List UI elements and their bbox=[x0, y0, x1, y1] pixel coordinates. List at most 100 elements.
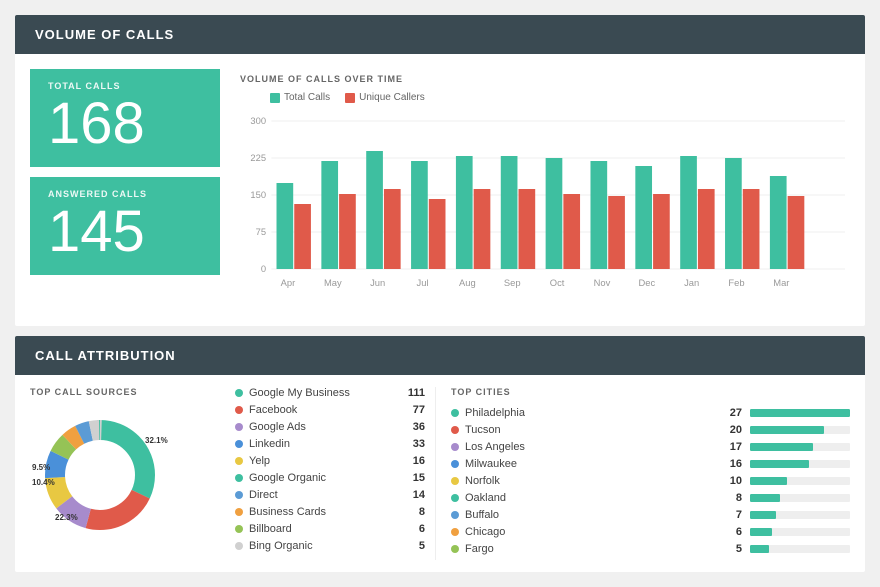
source-dot bbox=[235, 491, 243, 499]
pie-chart: 32.1% 22.3% 10.4% 9.5% bbox=[30, 405, 170, 545]
bar-chart: 300 225 150 75 0 bbox=[240, 111, 845, 311]
source-name: Bing Organic bbox=[249, 540, 400, 552]
total-calls-card: TOTAL CALLS 168 bbox=[30, 69, 220, 167]
source-item: Direct 14 bbox=[235, 489, 425, 501]
svg-text:150: 150 bbox=[250, 190, 266, 200]
city-count: 27 bbox=[717, 407, 742, 419]
svg-text:32.1%: 32.1% bbox=[145, 436, 168, 445]
city-name: Buffalo bbox=[465, 509, 717, 521]
source-dot bbox=[235, 474, 243, 482]
svg-text:300: 300 bbox=[250, 116, 266, 126]
city-item: Los Angeles 17 bbox=[451, 441, 850, 453]
city-dot bbox=[451, 494, 459, 502]
top-section: VOLUME OF CALLS TOTAL CALLS 168 ANSWERED… bbox=[15, 15, 865, 326]
source-item: Business Cards 8 bbox=[235, 506, 425, 518]
city-bar-container bbox=[750, 494, 850, 502]
svg-text:Feb: Feb bbox=[728, 278, 744, 288]
city-item: Philadelphia 27 bbox=[451, 407, 850, 419]
city-count: 8 bbox=[717, 492, 742, 504]
source-dot bbox=[235, 457, 243, 465]
city-name: Tucson bbox=[465, 424, 717, 436]
city-dot bbox=[451, 409, 459, 417]
city-bar-container bbox=[750, 477, 850, 485]
source-count: 8 bbox=[400, 506, 425, 518]
source-count: 16 bbox=[400, 455, 425, 467]
city-name: Fargo bbox=[465, 543, 717, 555]
sources-list: Google My Business 111 Facebook 77 Googl… bbox=[225, 387, 425, 560]
svg-text:Nov: Nov bbox=[594, 278, 611, 288]
city-item: Chicago 6 bbox=[451, 526, 850, 538]
svg-text:75: 75 bbox=[256, 227, 266, 237]
city-name: Los Angeles bbox=[465, 441, 717, 453]
city-count: 5 bbox=[717, 543, 742, 555]
city-bar-container bbox=[750, 443, 850, 451]
call-attribution-header: CALL ATTRIBUTION bbox=[15, 336, 865, 375]
answered-calls-value: 145 bbox=[48, 203, 202, 261]
city-bar bbox=[750, 477, 787, 485]
city-count: 16 bbox=[717, 458, 742, 470]
city-dot bbox=[451, 477, 459, 485]
city-name: Philadelphia bbox=[465, 407, 717, 419]
city-bar bbox=[750, 494, 780, 502]
svg-text:Mar: Mar bbox=[773, 278, 789, 288]
svg-text:Sep: Sep bbox=[504, 278, 521, 288]
source-count: 15 bbox=[400, 472, 425, 484]
city-item: Tucson 20 bbox=[451, 424, 850, 436]
source-name: Direct bbox=[249, 489, 400, 501]
city-item: Norfolk 10 bbox=[451, 475, 850, 487]
source-item: Billboard 6 bbox=[235, 523, 425, 535]
source-item: Yelp 16 bbox=[235, 455, 425, 467]
source-name: Yelp bbox=[249, 455, 400, 467]
cities-title: TOP CITIES bbox=[451, 387, 850, 397]
city-bar-container bbox=[750, 426, 850, 434]
total-calls-label: TOTAL CALLS bbox=[48, 81, 202, 91]
answered-calls-label: ANSWERED CALLS bbox=[48, 189, 202, 199]
legend-dot-unique bbox=[345, 93, 355, 103]
city-bar bbox=[750, 511, 776, 519]
city-bar-container bbox=[750, 409, 850, 417]
source-name: Google Ads bbox=[249, 421, 400, 433]
source-name: Facebook bbox=[249, 404, 400, 416]
legend-unique-callers: Unique Callers bbox=[345, 92, 425, 103]
city-count: 7 bbox=[717, 509, 742, 521]
source-dot bbox=[235, 508, 243, 516]
source-name: Google Organic bbox=[249, 472, 400, 484]
city-item: Fargo 5 bbox=[451, 543, 850, 555]
chart-title: VOLUME OF CALLS OVER TIME bbox=[240, 74, 845, 84]
svg-text:Apr: Apr bbox=[281, 278, 296, 288]
source-name: Business Cards bbox=[249, 506, 400, 518]
svg-text:Aug: Aug bbox=[459, 278, 476, 288]
source-count: 111 bbox=[400, 387, 425, 399]
legend-dot-total bbox=[270, 93, 280, 103]
calls-over-time-chart: VOLUME OF CALLS OVER TIME Total Calls Un… bbox=[235, 69, 850, 311]
city-bar bbox=[750, 460, 809, 468]
svg-text:Oct: Oct bbox=[550, 278, 565, 288]
source-item: Bing Organic 5 bbox=[235, 540, 425, 552]
legend-total-calls: Total Calls bbox=[270, 92, 330, 103]
source-name: Linkedin bbox=[249, 438, 400, 450]
svg-text:May: May bbox=[324, 278, 342, 288]
source-dot bbox=[235, 542, 243, 550]
legend-unique-label: Unique Callers bbox=[359, 92, 425, 103]
volume-section-title: VOLUME OF CALLS bbox=[35, 27, 174, 42]
answered-calls-card: ANSWERED CALLS 145 bbox=[30, 177, 220, 275]
attribution-section-title: CALL ATTRIBUTION bbox=[35, 348, 176, 363]
city-dot bbox=[451, 426, 459, 434]
city-item: Buffalo 7 bbox=[451, 509, 850, 521]
source-name: Billboard bbox=[249, 523, 400, 535]
city-bar-container bbox=[750, 511, 850, 519]
source-item: Facebook 77 bbox=[235, 404, 425, 416]
city-dot bbox=[451, 443, 459, 451]
city-bar bbox=[750, 443, 813, 451]
city-count: 6 bbox=[717, 526, 742, 538]
bottom-section: CALL ATTRIBUTION TOP CALL SOURCES bbox=[15, 336, 865, 572]
city-bar bbox=[750, 426, 824, 434]
pie-chart-svg: 32.1% 22.3% 10.4% 9.5% bbox=[30, 405, 170, 545]
svg-text:22.3%: 22.3% bbox=[55, 513, 78, 522]
city-count: 17 bbox=[717, 441, 742, 453]
source-count: 33 bbox=[400, 438, 425, 450]
source-dot bbox=[235, 406, 243, 414]
city-bar bbox=[750, 528, 772, 536]
svg-text:Dec: Dec bbox=[638, 278, 655, 288]
top-sources-title: TOP CALL SOURCES bbox=[30, 387, 138, 397]
